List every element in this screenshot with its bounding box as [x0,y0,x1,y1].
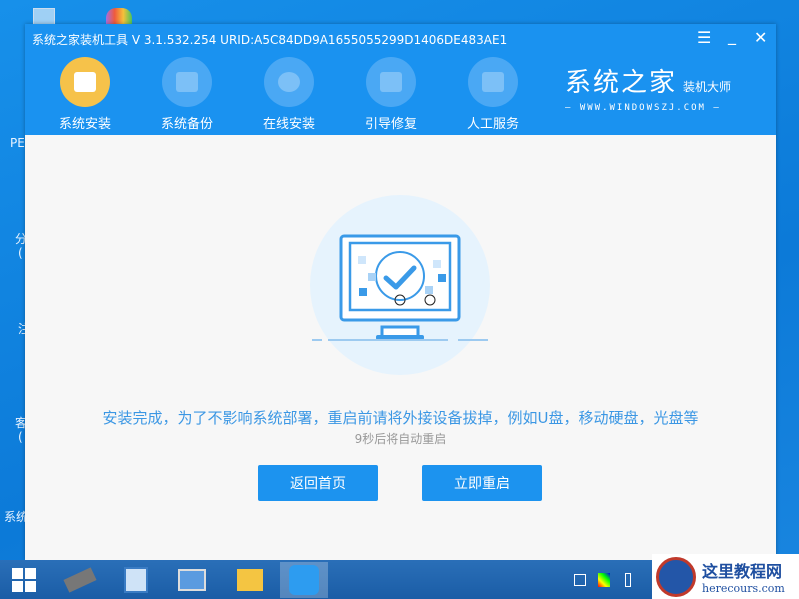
tab-label: 在线安装 [263,117,315,132]
file-explorer-icon[interactable] [226,562,274,598]
tab-label: 系统备份 [161,117,213,132]
tab-system-backup[interactable]: 系统备份 [147,57,227,132]
completion-message: 安装完成，为了不影响系统部署，重启前请将外接设备拔掉，例如U盘，移动硬盘，光盘等 [25,407,776,428]
brand-name: 系统之家 [565,68,677,98]
network-computer-icon[interactable] [112,562,160,598]
backup-icon [162,57,212,107]
display-tray-icon[interactable] [594,562,614,598]
tab-label: 人工服务 [467,117,519,132]
keyboard-monitor-icon[interactable] [168,562,216,598]
menu-button[interactable]: ☰ [697,28,711,47]
install-box-icon [60,57,110,107]
tab-system-install[interactable]: 系统安装 [45,57,125,132]
install-complete-illustration [300,190,500,380]
watermark-name: 这里教程网 [702,558,785,582]
brand-url: — WWW.WINDOWSZJ.COM — [565,103,731,113]
tab-online-install[interactable]: 在线安装 [249,57,329,132]
close-button[interactable]: ✕ [754,28,767,47]
tab-support[interactable]: 人工服务 [453,57,533,132]
back-home-button[interactable]: 返回首页 [258,465,378,501]
start-windows-icon[interactable] [0,562,48,598]
toolbox-icon [366,57,416,107]
brand-tag: 装机大师 [683,80,731,94]
desktop-app-icon[interactable] [106,8,132,24]
installer-taskbar-icon[interactable] [280,562,328,598]
memory-chip-icon[interactable] [56,562,104,598]
brand-logo: 系统之家装机大师 — WWW.WINDOWSZJ.COM — [565,62,731,113]
usb-tray-icon[interactable] [618,562,638,598]
watermark-logo-icon [656,557,696,597]
chat-icon [468,57,518,107]
minimize-button[interactable]: _ [728,26,736,45]
window-title: 系统之家装机工具 V 3.1.532.254 URID:A5C84DD9A165… [32,31,507,48]
watermark-url: herecours.com [702,582,785,595]
network-tray-icon[interactable] [570,562,590,598]
download-icon [264,57,314,107]
watermark: 这里教程网 herecours.com [652,554,799,599]
countdown-text: 9秒后将自动重启 [25,430,776,447]
tab-label: 系统安装 [59,117,111,132]
restart-now-button[interactable]: 立即重启 [422,465,542,501]
window-header: 系统之家装机工具 V 3.1.532.254 URID:A5C84DD9A165… [25,24,776,135]
tab-boot-repair[interactable]: 引导修复 [351,57,431,132]
tab-label: 引导修复 [365,117,417,132]
installer-window: 系统之家装机工具 V 3.1.532.254 URID:A5C84DD9A165… [25,24,776,560]
